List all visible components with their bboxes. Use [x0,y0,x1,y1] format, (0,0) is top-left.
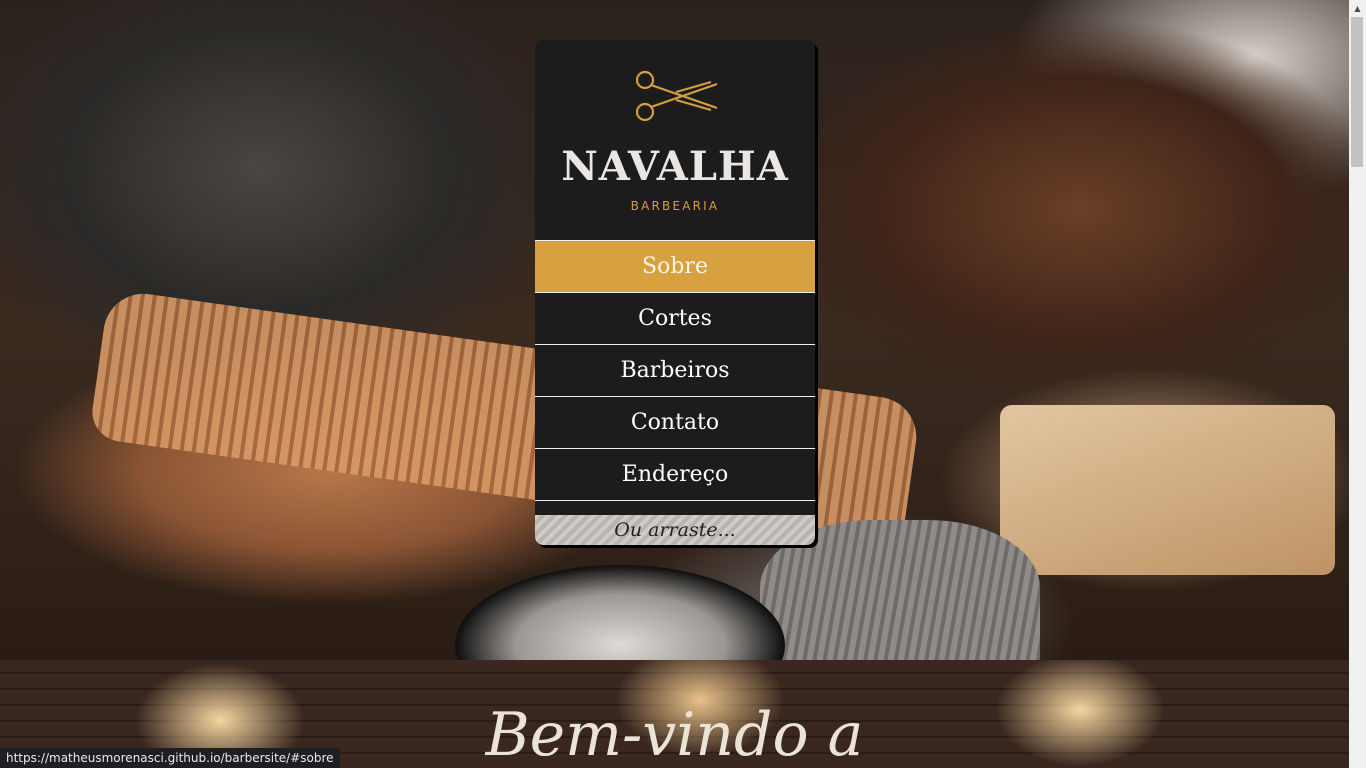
nav-item-contato[interactable]: Contato [535,396,815,448]
link-preview-status: https://matheusmorenasci.github.io/barbe… [0,748,340,768]
nav-item-endereco[interactable]: Endereço [535,448,815,500]
nav-item-sobre[interactable]: Sobre [535,240,815,292]
scissors-icon [635,70,718,122]
scroll-thumb[interactable] [1351,17,1363,167]
page-scrollbar[interactable]: ▲ [1349,0,1366,768]
nav-item-cortes[interactable]: Cortes [535,292,815,344]
navigation-card: NAVALHA BARBEARIA Sobre Cortes Barbeiros… [535,40,815,545]
soap-image [1000,405,1335,575]
nav-item-barbeiros[interactable]: Barbeiros [535,344,815,396]
brand-subtitle: BARBEARIA [630,199,720,213]
jar-image [455,565,785,660]
scroll-up-icon[interactable]: ▲ [1349,0,1366,17]
drag-handle[interactable]: Ou arraste... [535,515,815,545]
nav-divider [535,500,815,501]
main-nav: Sobre Cortes Barbeiros Contato Endereço [535,240,815,501]
logo[interactable]: NAVALHA BARBEARIA [535,40,815,240]
brand-name: NAVALHA [561,143,789,190]
